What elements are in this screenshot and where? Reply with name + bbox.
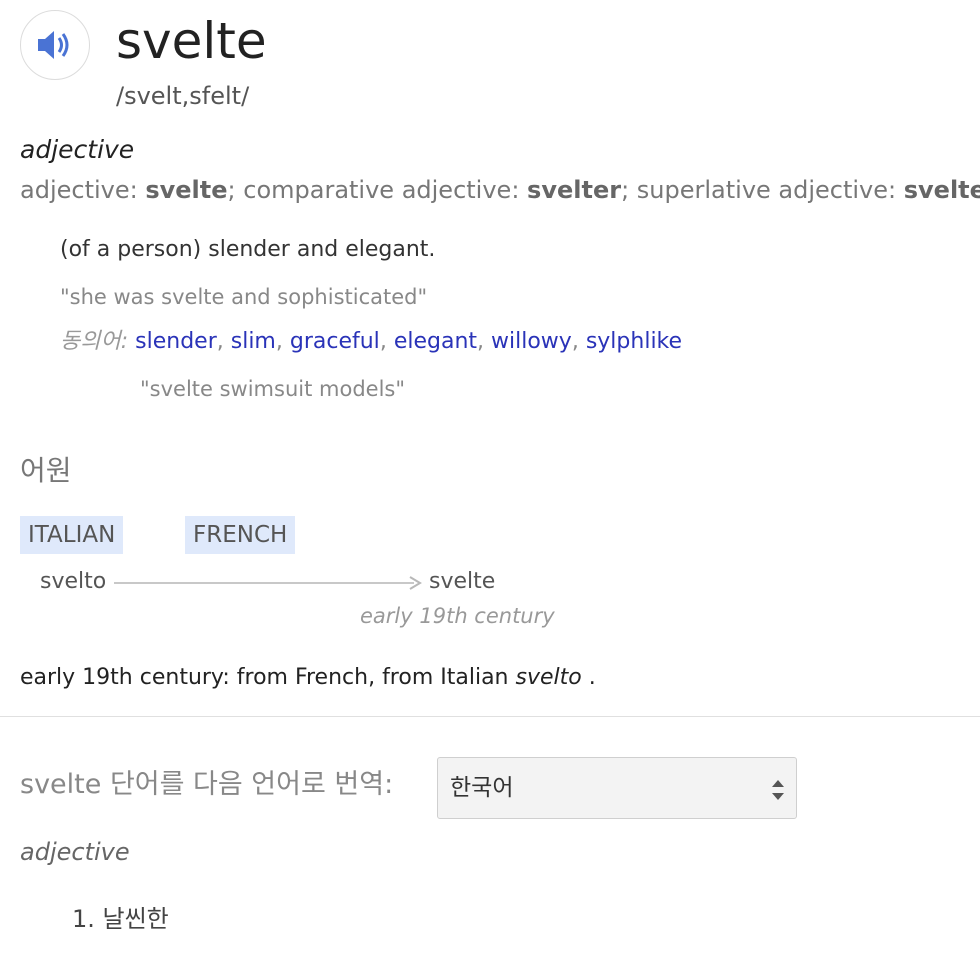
pronunciation-button[interactable] — [20, 10, 90, 80]
forms-label: adjective: — [20, 176, 146, 204]
synonym-link[interactable]: slim — [231, 329, 276, 354]
translate-label: svelte 단어를 다음 언어로 번역: — [20, 769, 394, 800]
origin-text: early 19th century: from French, from It… — [20, 663, 596, 693]
etymology-heading: 어원 — [20, 454, 72, 487]
etymology-source-word: svelto — [40, 569, 107, 594]
etymology-period: early 19th century — [360, 604, 555, 628]
language-select[interactable]: 한국어 — [437, 757, 797, 819]
origin-description: early 19th century: from French, from It… — [20, 665, 516, 690]
separator: , — [275, 329, 290, 354]
part-of-speech: adjective — [20, 135, 135, 164]
divider — [0, 716, 980, 717]
forms-label: ; superlative adjective: — [621, 176, 904, 204]
usage-example: "she was svelte and sophisticated" — [60, 285, 428, 309]
speaker-icon — [38, 31, 69, 59]
etymology-arrow — [114, 576, 422, 590]
phonetic-spelling: /svelt,sfelt/ — [116, 82, 250, 110]
synonym-link[interactable]: slender — [135, 329, 217, 354]
definition: (of a person) slender and elegant. — [60, 237, 436, 262]
translation-item: 1. 날씬한 — [72, 905, 169, 933]
word-forms: adjective: svelte; comparative adjective… — [20, 174, 980, 206]
synonym-example: "svelte swimsuit models" — [140, 377, 406, 401]
form-superlative: sveltest — [903, 176, 980, 204]
separator: , — [379, 329, 394, 354]
form-base: svelte — [145, 176, 228, 204]
origin-end: . — [581, 665, 596, 690]
synonyms-row: 동의어: slender, slim, graceful, elegant, w… — [60, 327, 682, 357]
translation-part-of-speech: adjective — [20, 838, 130, 866]
separator: , — [216, 329, 231, 354]
etymology-language-italian: ITALIAN — [20, 516, 124, 554]
synonym-link[interactable]: elegant — [394, 329, 477, 354]
headword: svelte — [116, 12, 267, 70]
forms-label: ; comparative adjective: — [227, 176, 528, 204]
synonym-link[interactable]: willowy — [491, 329, 572, 354]
origin-word: svelto — [515, 665, 582, 690]
etymology-target-word: svelte — [429, 569, 496, 594]
selected-language: 한국어 — [450, 775, 514, 801]
synonyms-label: 동의어: — [60, 329, 129, 354]
separator: , — [571, 329, 586, 354]
synonym-link[interactable]: graceful — [290, 329, 380, 354]
separator: , — [477, 329, 492, 354]
select-arrows-icon — [772, 780, 784, 800]
synonym-link[interactable]: sylphlike — [586, 329, 682, 354]
form-comparative: svelter — [527, 176, 622, 204]
etymology-language-french: FRENCH — [185, 516, 296, 554]
